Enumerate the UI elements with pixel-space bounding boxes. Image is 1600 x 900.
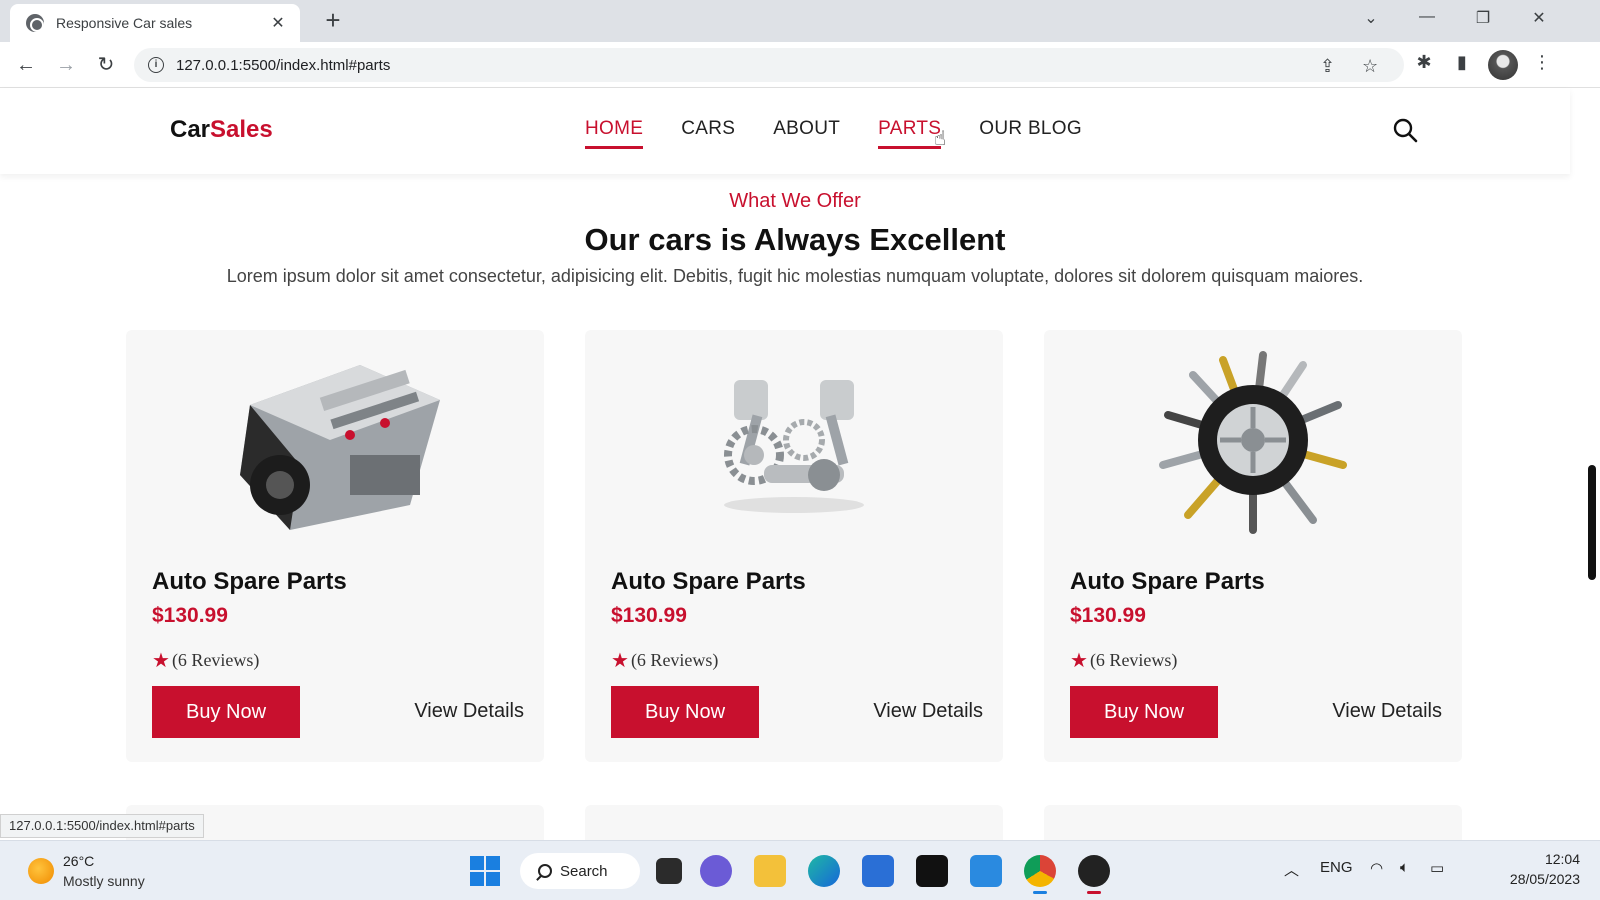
wifi-icon[interactable]: ◠ — [1370, 859, 1383, 877]
site-info-icon[interactable]: i — [148, 57, 164, 73]
view-details-link[interactable]: View Details — [873, 700, 983, 723]
browser-toolbar: ← → ↻ i 127.0.0.1:5500/index.html#parts … — [0, 42, 1600, 88]
nav-parts[interactable]: PARTS — [878, 118, 942, 149]
view-details-link[interactable]: View Details — [414, 700, 524, 723]
side-panel-icon[interactable]: ▮ — [1448, 52, 1476, 73]
buy-now-button[interactable]: Buy Now — [152, 686, 300, 738]
star-icon: ★ — [611, 650, 629, 672]
windows-start-icon[interactable] — [470, 856, 500, 886]
weather-temperature[interactable]: 26°C — [63, 853, 94, 869]
card-reviews: (6 Reviews) — [1089, 650, 1178, 670]
site-logo[interactable]: CarSales — [170, 116, 273, 144]
language-indicator[interactable]: ENG — [1320, 859, 1353, 876]
engine-block-icon — [126, 340, 544, 540]
taskbar-search-label: Search — [560, 862, 608, 880]
mouse-cursor-icon: ☝ — [934, 128, 947, 150]
section-description: Lorem ipsum dolor sit amet consectetur, … — [226, 266, 1364, 286]
card-rating: ★ (6 Reviews) — [611, 648, 718, 673]
window-close-icon[interactable]: ✕ — [1524, 8, 1554, 28]
clock-date[interactable]: 28/05/2023 — [1490, 871, 1580, 887]
browser-tab[interactable]: Responsive Car sales ✕ — [10, 4, 300, 42]
card-title: Auto Spare Parts — [611, 568, 806, 595]
extensions-icon[interactable]: ✱ — [1410, 52, 1438, 73]
logo-part-sales: Sales — [210, 116, 273, 143]
card-title: Auto Spare Parts — [152, 568, 347, 595]
page-scrollbar-thumb[interactable] — [1588, 465, 1596, 580]
card-rating: ★ (6 Reviews) — [152, 648, 259, 673]
tab-title: Responsive Car sales — [56, 15, 193, 31]
globe-icon — [26, 14, 44, 32]
task-view-icon[interactable] — [656, 858, 682, 884]
pistons-crankshaft-icon — [585, 340, 1003, 540]
url-text[interactable]: 127.0.0.1:5500/index.html#parts — [176, 57, 390, 74]
logo-part-car: Car — [170, 116, 211, 143]
card-price: $130.99 — [152, 604, 228, 627]
wheel-tools-icon — [1044, 340, 1462, 540]
card-price: $130.99 — [611, 604, 687, 627]
taskbar-search[interactable]: Search — [520, 853, 640, 889]
site-header: CarSales HOME CARS ABOUT PARTS OUR BLOG — [0, 88, 1570, 174]
windows-taskbar: 26°C Mostly sunny Search ︿ ENG ◠ 🔈︎ ▭ 12… — [0, 840, 1600, 900]
buy-now-button[interactable]: Buy Now — [611, 686, 759, 738]
card-reviews: (6 Reviews) — [171, 650, 260, 670]
microsoft-store-icon[interactable] — [862, 855, 894, 887]
nav-our-blog[interactable]: OUR BLOG — [979, 118, 1082, 149]
buy-now-button[interactable]: Buy Now — [1070, 686, 1218, 738]
chrome-icon[interactable] — [1024, 855, 1056, 887]
close-icon[interactable]: ✕ — [268, 13, 288, 33]
product-card: Auto Spare Parts $130.99 ★ (6 Reviews) Bu… — [1044, 330, 1462, 762]
main-nav: HOME CARS ABOUT PARTS OUR BLOG — [585, 118, 1120, 149]
tray-overflow-chevron-icon[interactable]: ︿ — [1284, 859, 1299, 880]
vscode-icon[interactable] — [970, 855, 1002, 887]
product-card-next-row — [1044, 805, 1462, 845]
reload-icon[interactable]: ↻ — [92, 52, 120, 80]
battery-icon[interactable]: ▭ — [1430, 859, 1444, 877]
card-price: $130.99 — [1070, 604, 1146, 627]
menu-kebab-icon[interactable]: ⋮ — [1528, 52, 1556, 73]
back-icon[interactable]: ← — [12, 52, 40, 80]
star-icon: ★ — [152, 650, 170, 672]
new-tab-button[interactable]: + — [318, 6, 348, 36]
weather-description[interactable]: Mostly sunny — [63, 873, 145, 889]
nav-home[interactable]: HOME — [585, 118, 644, 149]
section-subtitle: What We Offer — [729, 190, 861, 212]
netflix-icon[interactable] — [916, 855, 948, 887]
nav-cars[interactable]: CARS — [681, 118, 735, 149]
profile-avatar[interactable] — [1488, 50, 1518, 80]
card-rating: ★ (6 Reviews) — [1070, 648, 1177, 673]
bookmark-star-icon[interactable]: ☆ — [1362, 56, 1378, 77]
restore-icon[interactable]: ❐ — [1468, 8, 1498, 28]
link-status-bubble: 127.0.0.1:5500/index.html#parts — [0, 814, 204, 838]
active-app-indicator — [1033, 891, 1047, 894]
weather-sun-icon[interactable] — [28, 858, 54, 884]
clock-time[interactable]: 12:04 — [1520, 851, 1580, 867]
edge-browser-icon[interactable] — [808, 855, 840, 887]
active-app-indicator — [1087, 891, 1101, 894]
section-title: Our cars is Always Excellent — [584, 222, 1006, 257]
teams-chat-icon[interactable] — [700, 855, 732, 887]
address-bar[interactable]: i 127.0.0.1:5500/index.html#parts ⇪ ☆ — [134, 48, 1404, 82]
search-icon[interactable] — [1392, 117, 1418, 143]
product-card: Auto Spare Parts $130.99 ★ (6 Reviews) Bu… — [585, 330, 1003, 762]
recorder-app-icon[interactable] — [1078, 855, 1110, 887]
product-card-next-row — [585, 805, 1003, 845]
star-icon: ★ — [1070, 650, 1088, 672]
minimize-icon[interactable]: — — [1412, 8, 1442, 26]
card-reviews: (6 Reviews) — [630, 650, 719, 670]
nav-about[interactable]: ABOUT — [773, 118, 840, 149]
view-details-link[interactable]: View Details — [1332, 700, 1442, 723]
share-icon[interactable]: ⇪ — [1320, 56, 1335, 77]
search-icon — [538, 864, 552, 878]
card-title: Auto Spare Parts — [1070, 568, 1265, 595]
product-card: Auto Spare Parts $130.99 ★ (6 Reviews) Bu… — [126, 330, 544, 762]
volume-icon[interactable]: 🔈︎ — [1400, 859, 1409, 876]
browser-tabstrip: Responsive Car sales ✕ + ⌄ — ❐ ✕ — [0, 0, 1600, 42]
tab-search-chevron-icon[interactable]: ⌄ — [1356, 8, 1386, 28]
forward-icon[interactable]: → — [52, 52, 80, 80]
file-explorer-icon[interactable] — [754, 855, 786, 887]
